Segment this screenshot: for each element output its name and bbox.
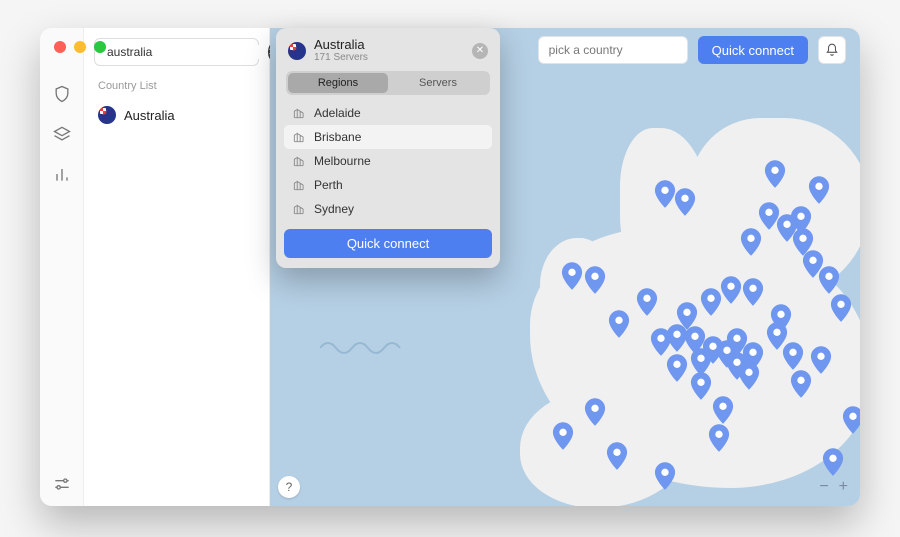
map-pin[interactable] [742,342,764,370]
region-item-brisbane[interactable]: Brisbane [284,125,492,149]
map-pin[interactable] [690,372,712,400]
popover-quick-connect-button[interactable]: Quick connect [284,229,492,258]
map-pin[interactable] [830,294,852,322]
region-item-adelaide[interactable]: Adelaide [284,101,492,125]
city-icon [292,202,306,216]
zoom-in-button[interactable]: + [839,478,848,496]
map-pin[interactable] [818,266,840,294]
map-pin[interactable] [654,180,676,208]
country-picker[interactable]: pick a country [538,36,688,64]
city-icon [292,154,306,168]
map-pin[interactable] [700,288,722,316]
map-pin[interactable] [720,276,742,304]
map-pin[interactable] [608,310,630,338]
map-pin[interactable] [822,448,844,476]
map-pin[interactable] [842,406,860,434]
map-pin[interactable] [561,262,583,290]
region-label: Sydney [314,202,354,216]
flag-australia-icon [288,42,306,60]
region-item-perth[interactable]: Perth [284,173,492,197]
map-pin[interactable] [584,398,606,426]
help-icon: ? [286,480,293,494]
region-label: Adelaide [314,106,361,120]
popover-tabs: Regions Servers [286,71,490,95]
tab-servers[interactable]: Servers [388,73,488,93]
shield-icon[interactable] [52,84,72,104]
map-pin[interactable] [712,396,734,424]
flag-australia-icon [98,106,116,124]
map-pin[interactable] [584,266,606,294]
layers-icon[interactable] [52,124,72,144]
country-picker-label: pick a country [549,43,623,57]
map-pin[interactable] [808,176,830,204]
map-pin[interactable] [606,442,628,470]
sidebar: ✕ Country List Australia [84,28,270,506]
city-icon [292,130,306,144]
country-popover: Australia 171 Servers ✕ Regions Servers … [276,28,500,268]
maximize-window-icon[interactable] [94,41,106,53]
region-list: Adelaide Brisbane Melbourne Perth Sydney [284,101,492,221]
bell-icon [825,43,839,57]
window-controls [54,41,106,53]
country-list-item-australia[interactable]: Australia [94,100,259,130]
map-pin[interactable] [674,188,696,216]
region-label: Brisbane [314,130,361,144]
map-pin[interactable] [636,288,658,316]
region-label: Perth [314,178,343,192]
minimize-window-icon[interactable] [74,41,86,53]
notifications-button[interactable] [818,36,846,64]
map-pin[interactable] [654,462,676,490]
map-pin[interactable] [764,160,786,188]
popover-close-icon[interactable]: ✕ [472,43,488,59]
search-box[interactable]: ✕ [94,38,259,66]
popover-header: Australia 171 Servers ✕ [284,36,492,69]
region-label: Melbourne [314,154,371,168]
tab-regions[interactable]: Regions [288,73,388,93]
map-pin[interactable] [708,424,730,452]
popover-title: Australia [314,38,368,52]
map-pin[interactable] [782,342,804,370]
map-pin[interactable] [810,346,832,374]
city-icon [292,106,306,120]
map-pin[interactable] [790,370,812,398]
city-icon [292,178,306,192]
map-pin[interactable] [666,354,688,382]
map-pin[interactable] [552,422,574,450]
zoom-out-button[interactable]: − [819,478,828,496]
region-item-melbourne[interactable]: Melbourne [284,149,492,173]
zoom-controls: − + [819,478,848,496]
region-item-sydney[interactable]: Sydney [284,197,492,221]
settings-sliders-icon[interactable] [52,474,72,494]
quick-connect-button[interactable]: Quick connect [698,36,808,64]
country-list-heading: Country List [94,80,259,92]
popover-subtitle: 171 Servers [314,52,368,63]
search-input[interactable] [107,45,262,59]
close-window-icon[interactable] [54,41,66,53]
map-pin[interactable] [742,278,764,306]
map-pin[interactable] [740,228,762,256]
wave-decoration-icon [320,338,410,358]
country-label: Australia [124,108,175,123]
help-button[interactable]: ? [278,476,300,498]
nav-rail [40,28,84,506]
stats-icon[interactable] [52,164,72,184]
